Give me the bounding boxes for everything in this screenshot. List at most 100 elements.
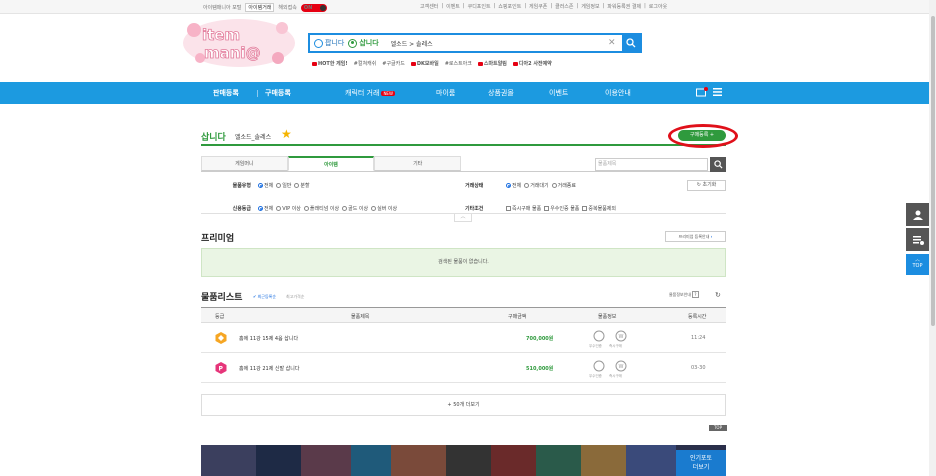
credit-option-vip[interactable]: VIP 이상 <box>276 205 301 212</box>
buy-radio[interactable]: 삽니다 <box>348 38 379 48</box>
option-label: 우수인증 물품 <box>550 205 580 212</box>
extra-option-dedupe[interactable]: 중복물품제외 <box>582 205 616 212</box>
radio-icon <box>342 205 348 211</box>
option-label: 일반 <box>282 182 292 189</box>
checkbox-icon <box>506 205 511 211</box>
sort-price[interactable]: 최고가격순 <box>286 294 304 300</box>
extra-option-instant[interactable]: 즉시구매 물품 <box>506 205 541 212</box>
nav-guide[interactable]: 이용안내 <box>605 88 631 98</box>
tab-item[interactable]: 아이템 <box>287 156 375 171</box>
sell-label: 팝니다 <box>325 39 345 47</box>
type-option-normal[interactable]: 일반 <box>276 182 291 189</box>
extra-option-certified[interactable]: 우수인증 물품 <box>544 205 579 212</box>
overseas-link[interactable]: 해외접속 <box>278 4 296 11</box>
option-label: 전체 <box>264 205 274 212</box>
side-top-button[interactable]: ︿ TOP <box>906 254 929 275</box>
util-link-power[interactable]: 파워등록권 결제 <box>607 3 641 10</box>
svg-text:W: W <box>619 364 624 370</box>
toggle-knob <box>319 4 326 11</box>
row-price: 510,000원 <box>526 366 554 372</box>
type-option-all[interactable]: 전체 <box>258 182 273 189</box>
table-row[interactable]: P 홈에 11강 21제 신발 삽니다 510,000원 W 우수인증 즉시구매… <box>201 354 726 383</box>
util-link-support[interactable]: 고객센터 <box>420 3 438 10</box>
nav-character-trade[interactable]: 캐릭터 거래 NEW <box>345 88 395 98</box>
side-list-button[interactable] <box>906 228 929 251</box>
item-title-search-input[interactable]: 물품제목 <box>595 158 708 171</box>
cart-icon[interactable] <box>696 87 708 97</box>
util-link-coupon[interactable]: 게임쿠폰 <box>529 3 547 10</box>
util-link-plus[interactable]: 클러스존 <box>555 3 573 10</box>
photo-banner[interactable] <box>201 445 726 476</box>
status-option-done[interactable]: 거래종료 <box>551 182 576 189</box>
nav-myroom[interactable]: 마이룸 <box>436 88 455 98</box>
itemmania-logo[interactable]: item mani@ <box>182 18 296 68</box>
overseas-toggle[interactable]: ON <box>300 3 327 12</box>
credit-option-silver[interactable]: 실버 이상 <box>371 205 397 212</box>
premium-info-link[interactable]: 프리미엄 등록안내 › <box>665 231 726 242</box>
row-info-label: 우수인증 <box>589 344 602 348</box>
util-link-event[interactable]: 이벤트 <box>446 3 460 10</box>
nav-character-label: 캐릭터 거래 <box>345 89 380 97</box>
side-user-button[interactable] <box>906 203 929 226</box>
util-link-point[interactable]: 쿠디포인트 <box>468 3 491 10</box>
sort-recent[interactable]: ✔ 최근등록순 <box>253 294 276 300</box>
option-label: VIP 이상 <box>282 205 301 212</box>
list-title: 물품리스트 <box>201 293 243 303</box>
keyword-link[interactable]: 디아2 사전예약 <box>512 60 552 67</box>
radio-icon <box>258 182 263 188</box>
row-price: 700,000원 <box>526 336 554 342</box>
credit-option-platinum[interactable]: 플래티넘 이상 <box>303 205 339 212</box>
credit-option-all[interactable]: 전체 <box>258 205 273 212</box>
status-option-waiting[interactable]: 거래대기 <box>524 182 549 189</box>
clear-icon[interactable]: ✕ <box>608 38 622 48</box>
page-title: 삽니다 <box>201 133 226 143</box>
scrollbar-thumb[interactable] <box>931 16 935 326</box>
collapse-chevron-up-icon[interactable]: ︿ <box>454 214 472 222</box>
item-info-label: 물품정보안내 <box>669 292 692 297</box>
item-search-button[interactable] <box>710 157 726 172</box>
option-label: 전체 <box>264 182 274 189</box>
col-price: 구매금액 <box>508 314 527 320</box>
reset-button[interactable]: ↻ 초기화 <box>687 180 726 191</box>
col-title: 물품제목 <box>351 314 370 320</box>
nav-buy-register[interactable]: 구매등록 <box>265 88 291 98</box>
tab-game-money[interactable]: 게임머니 <box>201 156 288 171</box>
keyword-link[interactable]: #로스트아크 <box>445 60 472 67</box>
radio-icon <box>371 205 377 211</box>
row-title[interactable]: 홈에 11강 21제 신발 삽니다 <box>239 365 299 372</box>
option-label: 거래대기 <box>530 182 549 189</box>
nav-event[interactable]: 이벤트 <box>549 88 568 98</box>
util-link-shop[interactable]: 쇼핑포인트 <box>498 3 521 10</box>
item-info-link[interactable]: 물품정보안내 ? <box>669 291 699 298</box>
nav-giftcard-mall[interactable]: 상품권몰 <box>488 88 514 98</box>
banner-line1: 인기포토 <box>689 455 713 462</box>
credit-option-gold[interactable]: 골드 이상 <box>342 205 368 212</box>
keyword-link[interactable]: #구글카드 <box>382 60 405 67</box>
search-input[interactable]: 엘소드 > 솔레스 <box>391 39 608 48</box>
util-link-logout[interactable]: 로그아웃 <box>649 3 667 10</box>
top-button-small[interactable]: TOP <box>709 425 727 431</box>
row-title[interactable]: 홈에 11강 15제 4옵 삽니다 <box>239 335 298 342</box>
popular-photo-more[interactable]: 인기포토 더보기 <box>676 450 726 476</box>
type-option-split[interactable]: 분할 <box>294 182 310 189</box>
sell-radio[interactable]: 팝니다 <box>314 38 344 48</box>
util-sep: | <box>441 3 444 9</box>
table-row[interactable]: 홈에 11강 15제 4옵 삽니다 700,000원 W 우수인증 즉시구매 1… <box>201 324 726 353</box>
keyword-link[interactable]: #컬쳐캐쉬 <box>354 60 377 67</box>
nav-sell-register[interactable]: 판매등록 <box>213 88 239 98</box>
keyword-link[interactable]: 스마트알림 <box>477 60 507 67</box>
search-button[interactable] <box>622 35 640 51</box>
trade-link[interactable]: 아이템거래 <box>245 3 275 12</box>
status-option-all[interactable]: 전체 <box>506 182 521 189</box>
keyword-link[interactable]: DK모바일 <box>410 60 439 67</box>
menu-icon[interactable] <box>713 88 722 96</box>
tab-etc[interactable]: 기타 <box>374 156 462 171</box>
keyword-link[interactable]: HOT한 게임! <box>312 60 348 67</box>
refresh-icon[interactable]: ↻ <box>715 291 721 299</box>
portal-link[interactable]: 아이템매니아 포털 <box>203 4 241 11</box>
favorite-star-icon[interactable]: ★ <box>281 128 292 140</box>
buy-register-button[interactable]: 구매등록 + <box>678 130 726 141</box>
util-link-gameinfo[interactable]: 게임정보 <box>581 3 599 10</box>
more-button[interactable]: + 50개 더보기 <box>201 394 726 416</box>
utility-links: 고객센터 | 이벤트 | 쿠디포인트 | 쇼핑포인트 | 게임쿠폰 | 클러스존 | 게임정… <box>420 3 667 10</box>
